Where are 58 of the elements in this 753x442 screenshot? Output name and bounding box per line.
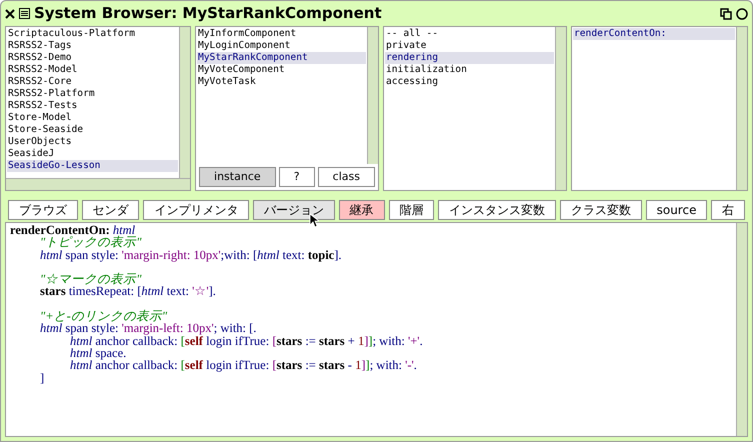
code-line: "+と-のリンクの表示" [39, 310, 168, 322]
list-item[interactable]: MyStarRankComponent [197, 52, 366, 64]
scrollbar[interactable] [367, 27, 378, 164]
list-item[interactable]: SeasideJ [7, 148, 178, 160]
window-title: System Browser: MyStarRankComponent [34, 3, 382, 24]
list-item[interactable]: RSRSS2-Core [7, 76, 178, 88]
code-line: stars timesRepeat: [html text: '☆']. [39, 285, 217, 298]
list-item[interactable]: RSRSS2-Platform [7, 88, 178, 100]
list-item[interactable]: RSRSS2-Tags [7, 40, 178, 52]
list-item[interactable]: MyLoginComponent [197, 40, 366, 52]
code-line: renderContentOn: html [10, 224, 136, 236]
toolbar-button[interactable]: センダ [82, 200, 140, 220]
toolbar-button[interactable]: バージョン [253, 200, 335, 220]
code-line: html span style: 'margin-left: 10px'; with: [. [39, 322, 258, 335]
list-item[interactable]: Scriptaculous-Platform [7, 28, 178, 40]
code-line: html anchor callback: [self login ifTrue: [stars := stars + 1]]; with: '+'. [70, 334, 424, 347]
toolbar-button[interactable]: インスタンス変数 [438, 200, 556, 220]
list-item[interactable]: -- all -- [385, 28, 554, 40]
toggle-button[interactable]: ? [278, 167, 315, 187]
toggle-button[interactable]: class [318, 167, 375, 187]
list-item[interactable]: private [385, 40, 554, 52]
toggle-button[interactable]: instance [199, 167, 276, 187]
code-line: html span style: 'margin-right: 10px';with: [html text: topic]. [39, 248, 343, 261]
code-line: "トピックの表示" [39, 236, 142, 249]
scrollbar[interactable] [6, 178, 190, 190]
menu-icon[interactable] [19, 8, 30, 19]
list-item[interactable]: RSRSS2-Demo [7, 52, 178, 64]
list-item[interactable]: RSRSS2-Model [7, 64, 178, 76]
list-item[interactable]: UserObjects [7, 136, 178, 148]
list-item[interactable]: initialization [385, 64, 554, 76]
toolbar-button[interactable]: source [646, 200, 708, 220]
scrollbar[interactable] [736, 27, 747, 190]
list-item[interactable]: SeasideGo-Lesson [7, 160, 178, 172]
code-line: ] [39, 372, 46, 384]
toolbar-button[interactable]: インプリメンタ [143, 200, 250, 220]
list-item[interactable]: MyVoteTask [197, 76, 366, 88]
scrollbar[interactable] [179, 27, 190, 178]
list-item[interactable]: Store-Model [7, 112, 178, 124]
list-item[interactable]: Store-Seaside [7, 124, 178, 136]
toolbar-button[interactable]: 継承 [338, 200, 385, 220]
list-item[interactable]: MyInformComponent [197, 28, 366, 40]
scrollbar[interactable] [736, 223, 747, 436]
toolbar-button[interactable]: 階層 [388, 200, 434, 220]
toolbar-button[interactable]: 右 [711, 200, 746, 220]
toolbar-button[interactable]: ブラウズ [8, 200, 78, 220]
expand-icon[interactable] [736, 8, 748, 20]
list-item[interactable]: RSRSS2-Tests [7, 100, 178, 112]
list-item[interactable]: renderContentOn: [573, 28, 735, 40]
collapse-icon[interactable] [720, 8, 732, 20]
list-item[interactable]: MyVoteComponent [197, 64, 366, 76]
code-line: html anchor callback: [self login ifTrue: [stars := stars - 1]]; with: '-'. [69, 359, 418, 372]
toolbar-button[interactable]: クラス変数 [560, 200, 642, 220]
code-line: "☆マークの表示" [39, 273, 142, 286]
code-line: html space. [69, 346, 128, 360]
list-item[interactable]: accessing [385, 76, 554, 88]
close-icon[interactable] [5, 8, 15, 18]
scrollbar[interactable] [555, 27, 566, 190]
list-item[interactable]: rendering [385, 52, 554, 64]
